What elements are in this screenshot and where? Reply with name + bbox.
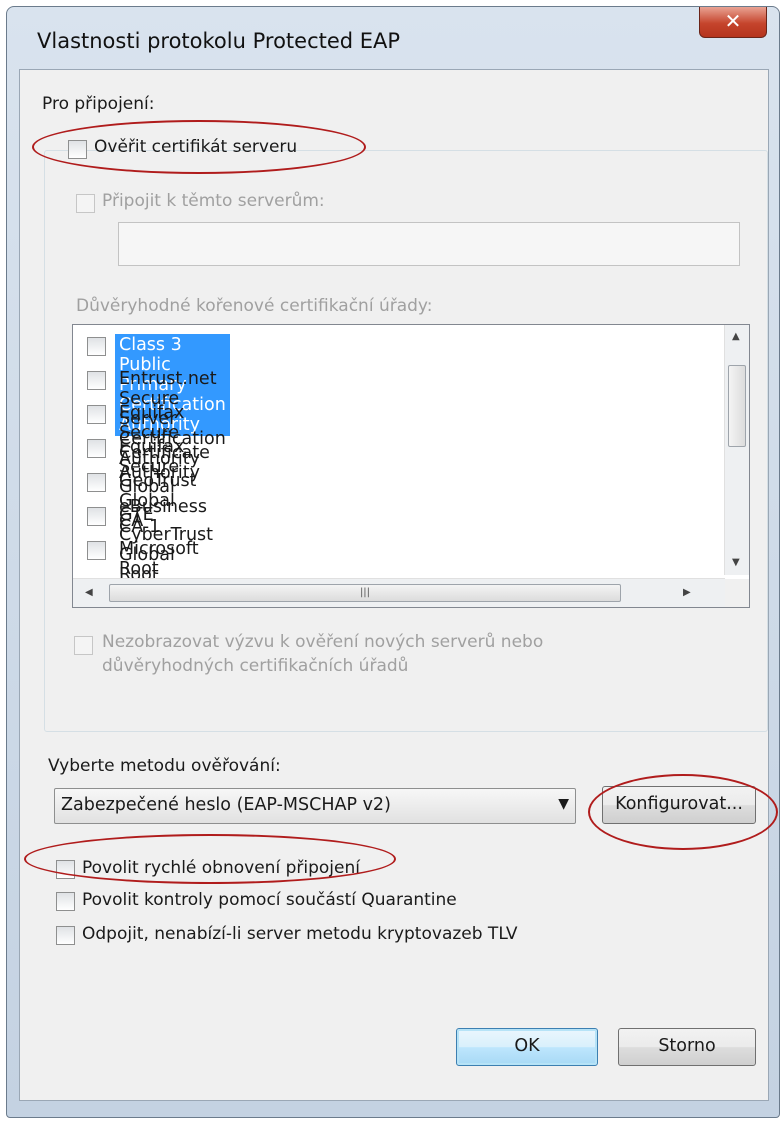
auth-heading: Vyberte metodu ověřování: xyxy=(48,756,281,776)
disconnect-tlv-checkbox[interactable] xyxy=(56,926,75,945)
quarantine-label[interactable]: Povolit kontroly pomocí součástí Quarant… xyxy=(82,890,457,910)
root-checkbox[interactable] xyxy=(87,439,106,458)
connect-servers-label[interactable]: Připojit k těmto serverům: xyxy=(102,191,325,211)
connection-heading: Pro připojení: xyxy=(42,94,155,114)
scroll-down-icon[interactable]: ▼ xyxy=(732,557,740,568)
horizontal-scrollbar[interactable]: ◀ ||| ▶ xyxy=(73,578,725,607)
annotation-ellipse-configure xyxy=(588,774,778,850)
dialog-body: Pro připojení: Ověřit certifikát serveru… xyxy=(19,69,769,1101)
cancel-button[interactable]: Storno xyxy=(618,1028,756,1066)
connect-servers-checkbox[interactable] xyxy=(76,194,95,213)
quarantine-checkbox[interactable] xyxy=(56,892,75,911)
root-checkbox[interactable] xyxy=(87,507,106,526)
servers-input[interactable] xyxy=(118,222,740,266)
scroll-corner xyxy=(725,579,749,607)
scroll-up-icon[interactable]: ▲ xyxy=(732,331,740,342)
vertical-scroll-thumb[interactable] xyxy=(728,365,746,447)
ok-button[interactable]: OK xyxy=(456,1028,598,1066)
no-prompt-label-line2[interactable]: důvěryhodných certifikačních úřadů xyxy=(102,656,408,676)
scroll-left-icon[interactable]: ◀ xyxy=(85,587,93,598)
root-checkbox[interactable] xyxy=(87,541,106,560)
close-button[interactable]: ✕ xyxy=(699,7,767,38)
title-bar: Vlastnosti protokolu Protected EAP ✕ xyxy=(7,7,779,69)
dialog-window: Vlastnosti protokolu Protected EAP ✕ Pro… xyxy=(6,6,780,1118)
auth-method-value: Zabezpečené heslo (EAP-MSCHAP v2) xyxy=(61,795,391,815)
trusted-roots-list[interactable]: Class 3 Public Primary Certification Aut… xyxy=(72,324,750,608)
auth-method-select[interactable]: Zabezpečené heslo (EAP-MSCHAP v2) ▼ xyxy=(54,788,576,824)
annotation-ellipse-verify-cert xyxy=(32,120,366,174)
root-checkbox[interactable] xyxy=(87,337,106,356)
root-checkbox[interactable] xyxy=(87,405,106,424)
disconnect-tlv-label[interactable]: Odpojit, nenabízí-li server metodu krypt… xyxy=(82,924,518,944)
root-checkbox[interactable] xyxy=(87,473,106,492)
vertical-scrollbar[interactable]: ▲ ▼ xyxy=(724,325,749,575)
scroll-right-icon[interactable]: ▶ xyxy=(683,587,691,598)
horizontal-scroll-thumb[interactable]: ||| xyxy=(109,584,621,602)
no-prompt-label-line1[interactable]: Nezobrazovat výzvu k ověření nových serv… xyxy=(102,632,543,652)
root-checkbox[interactable] xyxy=(87,371,106,390)
annotation-ellipse-fast-reconnect xyxy=(24,834,396,884)
trusted-roots-label: Důvěryhodné kořenové certifikační úřady: xyxy=(76,296,433,316)
no-prompt-checkbox[interactable] xyxy=(74,636,93,655)
window-title: Vlastnosti protokolu Protected EAP xyxy=(37,29,401,53)
chevron-down-icon[interactable]: ▼ xyxy=(558,796,569,812)
